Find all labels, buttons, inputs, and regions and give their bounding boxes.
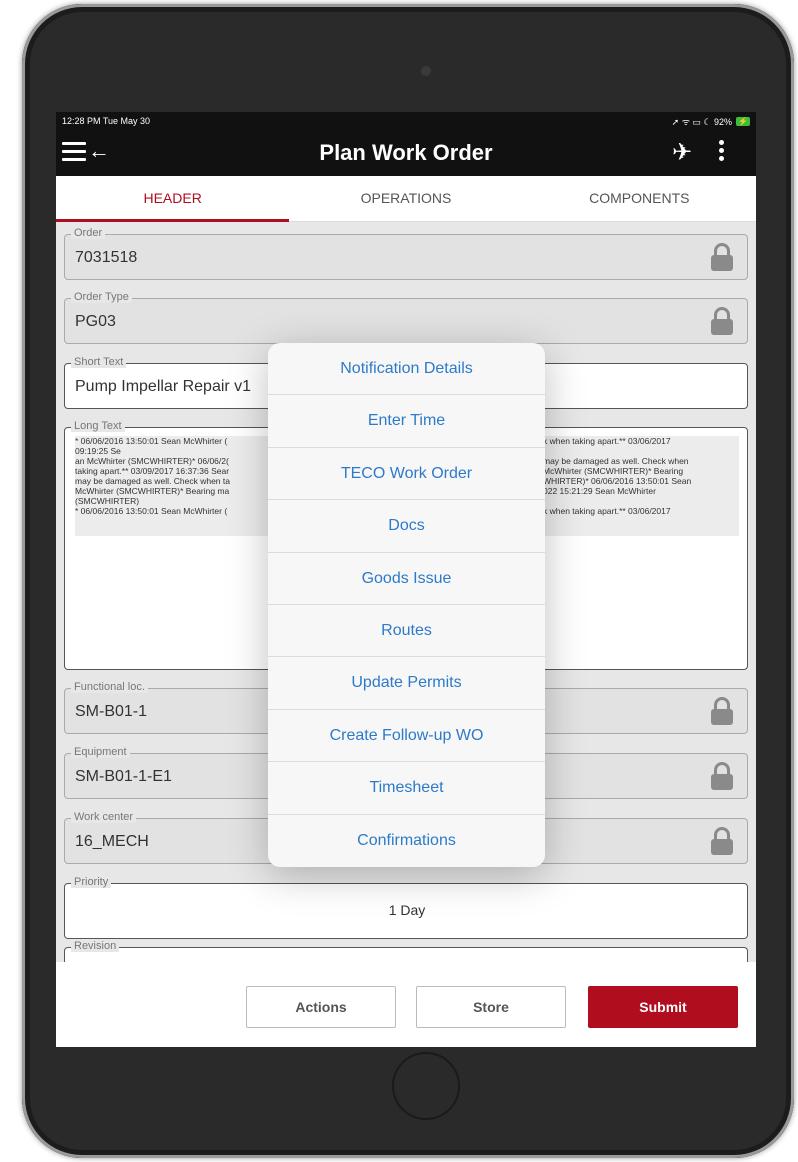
equipment-label: Equipment bbox=[71, 746, 130, 758]
order-field: Order 7031518 bbox=[64, 227, 748, 280]
long-text-left: * 06/06/2016 13:50:01 Sean McWhirter ( 0… bbox=[75, 436, 230, 516]
equipment-value: SM-B01-1-E1 bbox=[75, 768, 172, 785]
lock-icon bbox=[711, 827, 733, 855]
priority-field[interactable]: Priority 1 Day bbox=[64, 876, 749, 939]
revision-label: Revision bbox=[71, 940, 120, 952]
lock-icon bbox=[711, 697, 733, 725]
lock-icon bbox=[711, 243, 733, 271]
tab-components[interactable]: COMPONENTS bbox=[523, 176, 756, 221]
priority-label: Priority bbox=[71, 876, 112, 888]
menu-item-enter-time[interactable]: Enter Time bbox=[268, 395, 545, 448]
tab-operations[interactable]: OPERATIONS bbox=[289, 176, 522, 221]
functional-loc-label: Functional loc. bbox=[71, 681, 148, 693]
store-button[interactable]: Store bbox=[416, 986, 566, 1028]
camera-icon bbox=[421, 66, 431, 76]
page-title: Plan Work Order bbox=[319, 140, 493, 165]
priority-value[interactable]: 1 Day bbox=[65, 902, 749, 918]
menu-item-create-follow-up-wo[interactable]: Create Follow-up WO bbox=[268, 710, 545, 763]
status-icons: ➚ ᯤ ▭ ☾ 92% bbox=[671, 116, 733, 127]
app-screen: 12:28 PM Tue May 30 ➚ ᯤ ▭ ☾ 92% ⚡ ← Plan… bbox=[56, 112, 756, 1047]
status-bar: 12:28 PM Tue May 30 ➚ ᯤ ▭ ☾ 92% ⚡ bbox=[56, 112, 756, 130]
status-indicators: ➚ ᯤ ▭ ☾ 92% ⚡ bbox=[672, 115, 750, 128]
more-vertical-icon[interactable] bbox=[714, 140, 728, 164]
submit-button[interactable]: Submit bbox=[588, 986, 738, 1028]
menu-item-teco-work-order[interactable]: TECO Work Order bbox=[268, 448, 545, 501]
work-center-value: 16_MECH bbox=[75, 833, 149, 850]
order-label: Order bbox=[71, 227, 106, 239]
work-center-label: Work center bbox=[71, 811, 137, 823]
short-text-value[interactable]: Pump Impellar Repair v1 bbox=[75, 378, 251, 396]
menu-item-confirmations[interactable]: Confirmations bbox=[268, 815, 545, 867]
long-text-right: k when taking apart.** 03/06/2017 may be… bbox=[543, 436, 692, 516]
bottom-action-bar: Actions Store Submit bbox=[56, 962, 756, 1047]
long-text-label: Long Text bbox=[71, 420, 125, 432]
app-bar: ← Plan Work Order ✈ bbox=[56, 130, 756, 176]
lock-icon bbox=[711, 762, 733, 790]
order-type-label: Order Type bbox=[71, 291, 132, 303]
menu-item-goods-issue[interactable]: Goods Issue bbox=[268, 553, 545, 605]
menu-item-notification-details[interactable]: Notification Details bbox=[268, 343, 545, 396]
menu-item-docs[interactable]: Docs bbox=[268, 500, 545, 553]
actions-button[interactable]: Actions bbox=[246, 986, 396, 1028]
back-arrow-icon[interactable]: ← bbox=[88, 138, 110, 164]
tab-bar: HEADER OPERATIONS COMPONENTS bbox=[56, 176, 756, 222]
order-type-field: Order Type PG03 bbox=[64, 291, 748, 344]
battery-icon: ⚡ bbox=[736, 116, 750, 126]
short-text-label: Short Text bbox=[71, 356, 127, 368]
airplane-icon[interactable]: ✈ bbox=[672, 138, 692, 167]
status-time: 12:28 PM Tue May 30 bbox=[62, 116, 151, 126]
functional-loc-value: SM-B01-1 bbox=[75, 703, 148, 720]
order-type-value: PG03 bbox=[75, 313, 116, 330]
home-button[interactable] bbox=[392, 1052, 460, 1120]
tab-header[interactable]: HEADER bbox=[56, 176, 290, 222]
menu-icon[interactable] bbox=[62, 142, 86, 162]
menu-item-timesheet[interactable]: Timesheet bbox=[268, 762, 545, 815]
menu-item-routes[interactable]: Routes bbox=[268, 605, 545, 658]
actions-popup-menu: Notification Details Enter Time TECO Wor… bbox=[268, 343, 545, 867]
lock-icon bbox=[711, 307, 733, 335]
menu-item-update-permits[interactable]: Update Permits bbox=[268, 657, 545, 710]
order-value: 7031518 bbox=[75, 249, 138, 266]
